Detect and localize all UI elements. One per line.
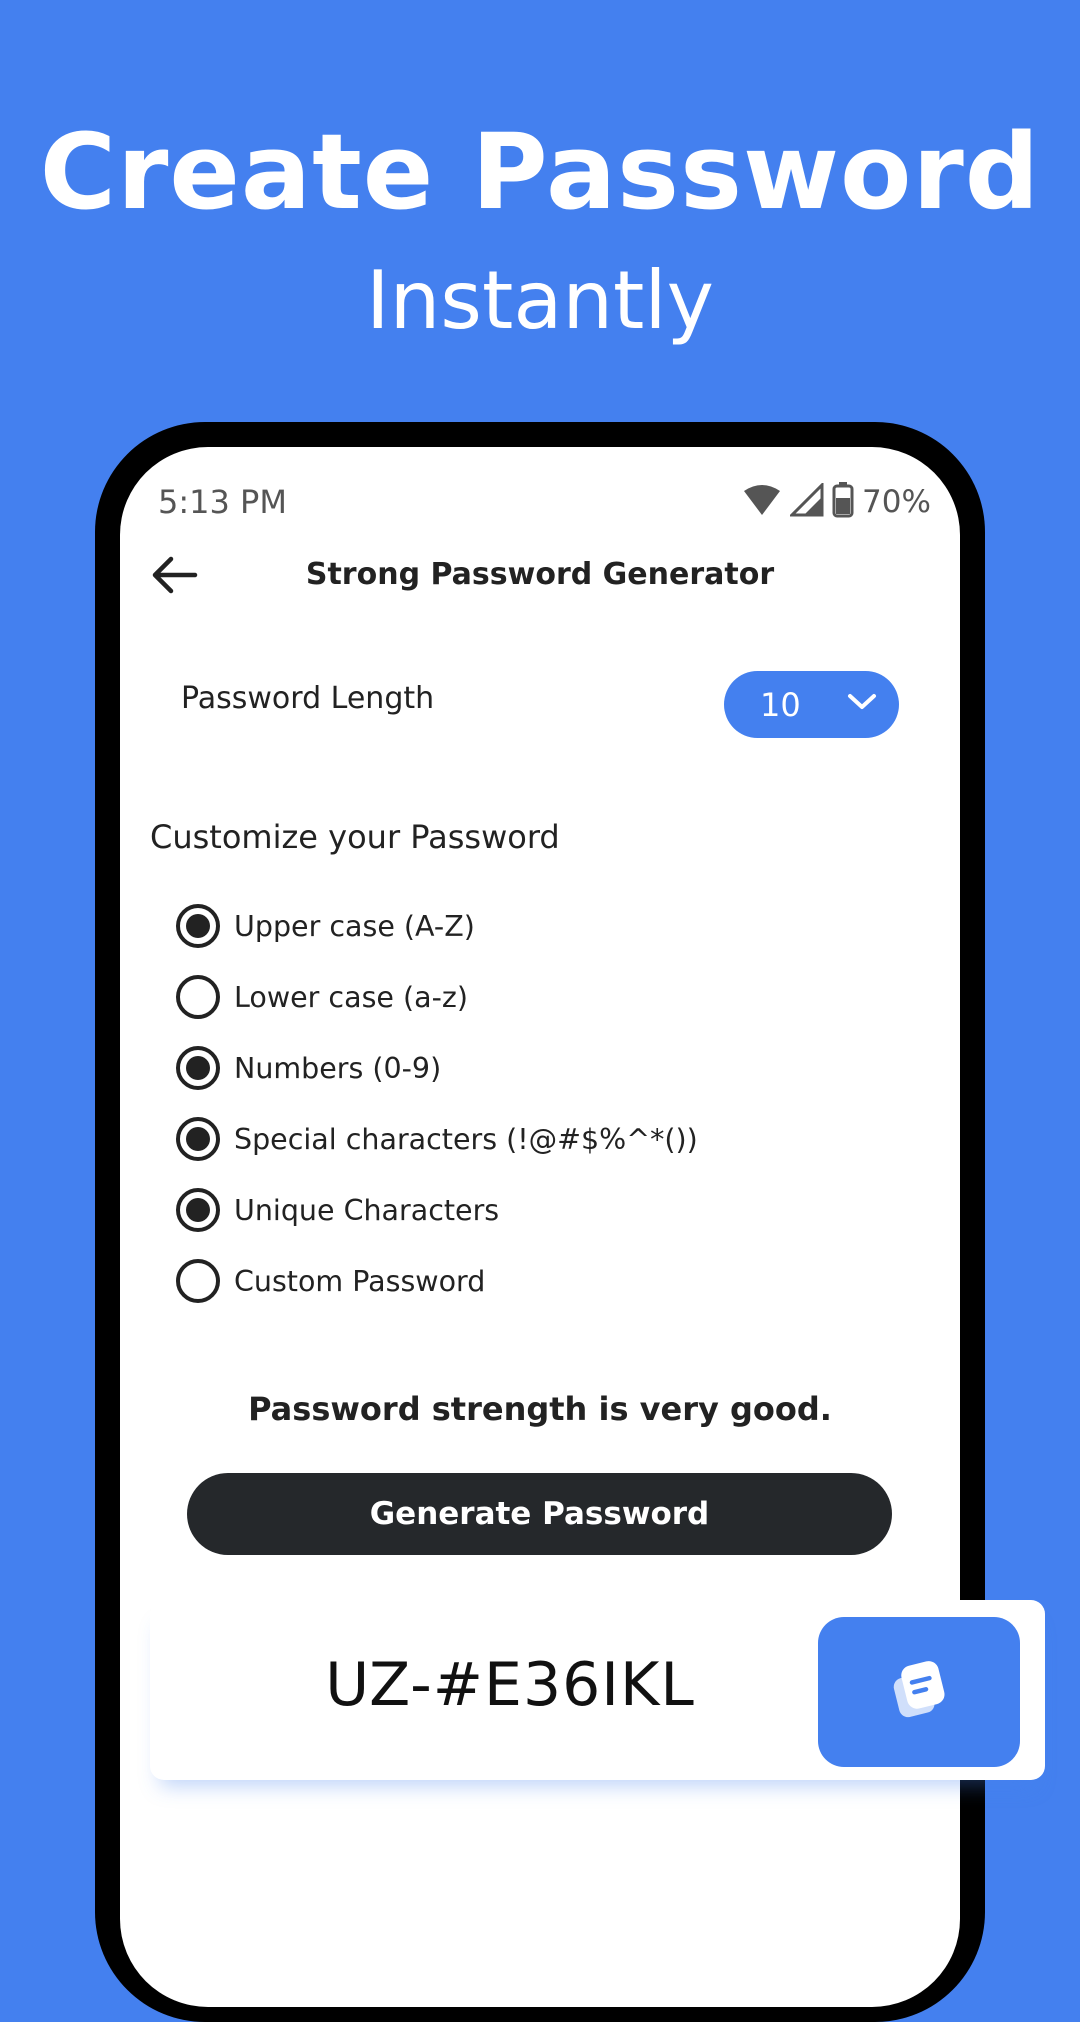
option-label: Special characters (!@#$%^*()) (234, 1122, 698, 1156)
signal-icon (788, 480, 824, 522)
option-custom-password[interactable]: Custom Password (176, 1255, 876, 1307)
option-label: Unique Characters (234, 1193, 500, 1227)
option-radio[interactable] (176, 904, 220, 948)
password-strength-text: Password strength is very good. (248, 1390, 832, 1428)
chevron-down-icon (847, 691, 877, 718)
battery-percent: 70% (862, 484, 931, 520)
generate-password-button[interactable]: Generate Password (187, 1473, 892, 1555)
option-radio[interactable] (176, 1188, 220, 1232)
battery-icon (832, 481, 854, 523)
option-special-characters[interactable]: Special characters (!@#$%^*()) (176, 1113, 876, 1165)
option-radio[interactable] (176, 1259, 220, 1303)
password-length-label: Password Length (181, 681, 435, 716)
promo-headline: Create Password (39, 111, 1041, 233)
option-radio[interactable] (176, 1117, 220, 1161)
generated-password: UZ-#E36IKL (325, 1650, 695, 1720)
copy-button[interactable] (818, 1617, 1020, 1767)
option-radio[interactable] (176, 1046, 220, 1090)
promo-subline: Instantly (365, 254, 714, 347)
option-label: Lower case (a-z) (234, 980, 468, 1014)
status-icons: 70% (742, 480, 931, 523)
option-radio[interactable] (176, 975, 220, 1019)
back-arrow-icon (151, 555, 199, 600)
password-length-value: 10 (760, 685, 801, 724)
app-title: Strong Password Generator (305, 557, 775, 592)
option-label: Custom Password (234, 1264, 486, 1298)
wifi-icon (742, 483, 782, 522)
copy-icon (883, 1654, 955, 1731)
option-unique-characters[interactable]: Unique Characters (176, 1184, 876, 1236)
back-button[interactable] (147, 553, 203, 601)
option-lower-case[interactable]: Lower case (a-z) (176, 971, 876, 1023)
option-upper-case[interactable]: Upper case (A-Z) (176, 900, 876, 952)
customize-heading: Customize your Password (150, 818, 560, 856)
password-length-select[interactable]: 10 (724, 671, 899, 738)
status-time: 5:13 PM (158, 483, 287, 521)
option-label: Upper case (A-Z) (234, 909, 475, 943)
option-numbers[interactable]: Numbers (0-9) (176, 1042, 876, 1094)
option-label: Numbers (0-9) (234, 1051, 442, 1085)
